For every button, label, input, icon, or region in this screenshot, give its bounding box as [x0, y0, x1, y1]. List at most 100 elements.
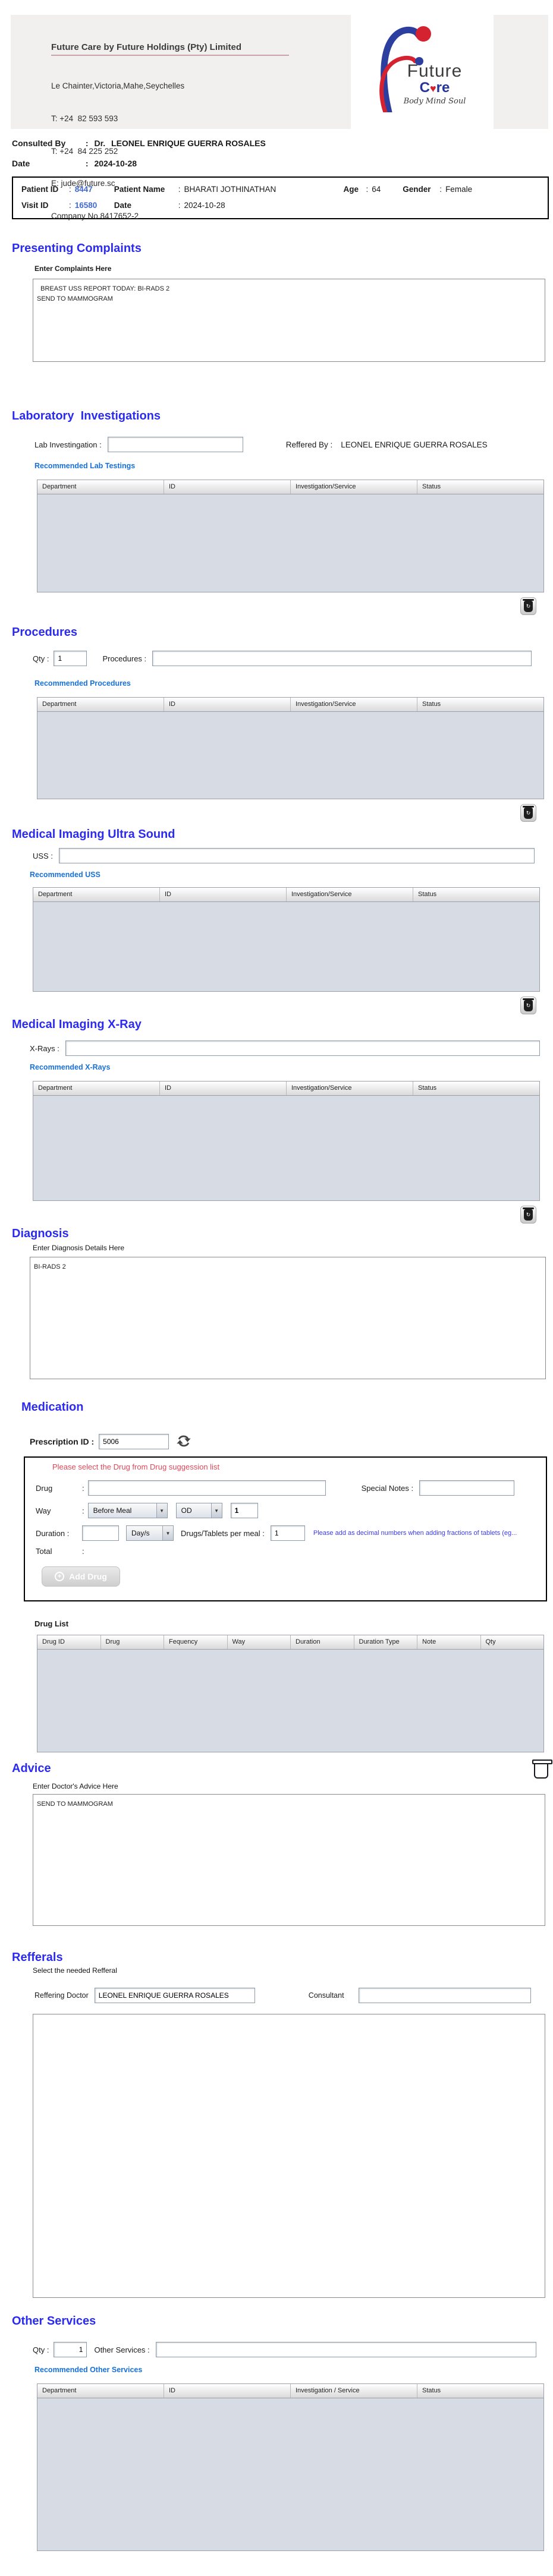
way-label: Way — [36, 1506, 51, 1515]
column-header: Status — [422, 701, 441, 708]
drug-label: Drug — [36, 1483, 53, 1493]
referred-by-value: LEONEL ENRIQUE GUERRA ROSALES — [341, 440, 488, 449]
column-header: Investigation/Service — [287, 888, 413, 901]
column-header: Status — [422, 2387, 441, 2394]
other-services-table: Department ID Investigation / Service Statu… — [37, 2383, 544, 2551]
section-title-other-services: Other Services — [12, 2315, 96, 2328]
way-qty-input[interactable] — [230, 1503, 258, 1518]
consultant-label: Consultant — [308, 1991, 344, 2000]
header-band: Future Care by Future Holdings (Pty) Lim… — [11, 15, 548, 220]
trash-icon: ↻ — [523, 998, 534, 1011]
xray-table: Department ID Investigation/Service Status — [33, 1081, 540, 1201]
lab-table-header: Department ID Investigation/Service Status — [37, 480, 543, 494]
logo-text: Future C♥re Body Mind Soul — [396, 61, 473, 106]
prescription-id-input[interactable] — [99, 1434, 169, 1449]
diagnosis-textarea[interactable]: BI-RADS 2 — [30, 1257, 546, 1379]
frequency-select[interactable]: OD ▼ — [175, 1503, 222, 1518]
xray-clear-trash-button[interactable]: ↻ — [520, 1206, 536, 1224]
refresh-prescription-button[interactable] — [175, 1433, 193, 1451]
duration-type-select[interactable]: Day/s ▼ — [126, 1525, 174, 1541]
section-title-laboratory: Laboratory Investigations — [12, 409, 161, 422]
address-line: Le Chainter,Victoria,Mahe,Seychelles — [51, 81, 185, 91]
email-line: E: jude@future.sc — [51, 179, 115, 188]
other-services-label: Other Services : — [94, 2345, 150, 2354]
column-header: Status — [422, 483, 441, 490]
uss-input[interactable] — [58, 848, 535, 863]
procedures-input[interactable] — [152, 651, 532, 666]
refferals-subtitle: Select the needed Refferal — [33, 1966, 117, 1975]
column-header: Duration — [291, 1635, 354, 1649]
procedures-label: Procedures : — [102, 654, 147, 663]
prescription-id-label: Prescription ID : — [30, 1437, 95, 1446]
refferals-panel — [33, 2014, 545, 2298]
drug-input[interactable] — [87, 1480, 326, 1496]
column-header: Department — [37, 480, 164, 494]
duration-input[interactable] — [82, 1525, 119, 1541]
frequency-select-value: OD — [181, 1506, 192, 1515]
per-meal-input[interactable] — [270, 1525, 305, 1541]
way-select[interactable]: Before Meal ▼ — [87, 1503, 168, 1518]
trash-icon: ↻ — [523, 598, 534, 612]
uss-table: Department ID Investigation/Service Status — [33, 887, 540, 992]
other-services-qty-input[interactable] — [54, 2342, 87, 2357]
uss-clear-trash-button[interactable]: ↻ — [520, 997, 536, 1014]
uss-table-body — [33, 902, 539, 991]
advice-textarea[interactable]: SEND TO MAMMOGRAM — [33, 1794, 545, 1926]
procedures-table: Department ID Investigation/Service Status — [37, 697, 544, 799]
column-header: Drug ID — [37, 1635, 101, 1649]
section-title-advice: Advice — [12, 1762, 51, 1775]
logo-care-label: C♥re — [419, 80, 450, 96]
recommended-xrays-label: Recommended X-Rays — [30, 1063, 111, 1071]
xray-input[interactable] — [65, 1041, 540, 1056]
reffering-doctor-input[interactable] — [94, 1988, 255, 2003]
column-header: Department — [33, 888, 160, 901]
uss-label: USS : — [33, 851, 53, 860]
phone-line-1: T: +24 82 593 593 — [51, 114, 118, 124]
complaints-textarea[interactable]: BREAST USS REPORT TODAY: BI-RADS 2 SEND … — [33, 279, 545, 362]
section-title-medication: Medication — [21, 1401, 84, 1414]
recommended-procedures-label: Recommended Procedures — [34, 679, 131, 688]
lab-testings-table: Department ID Investigation/Service Status — [37, 480, 544, 592]
lab-investigation-input[interactable] — [107, 437, 243, 452]
lab-clear-trash-button[interactable]: ↻ — [520, 597, 536, 615]
column-header: Status — [418, 1084, 437, 1092]
drug-list-delete-button[interactable] — [532, 1760, 553, 1779]
drug-entry-panel: Please select the Drug from Drug suggess… — [24, 1456, 547, 1601]
procedures-table-body — [37, 712, 543, 799]
procedures-qty-label: Qty : — [33, 654, 49, 663]
column-header: ID — [160, 888, 287, 901]
consultant-input[interactable] — [358, 1988, 531, 2003]
chevron-down-icon: ▼ — [162, 1526, 173, 1540]
column-header: Duration Type — [354, 1635, 417, 1649]
other-services-table-body — [37, 2398, 543, 2550]
section-title-procedures: Procedures — [12, 626, 78, 639]
age-label: Age — [343, 185, 359, 194]
add-icon: + — [55, 1572, 65, 1581]
drug-list-table: Drug ID Drug Fequency Way Duration Duration T… — [37, 1635, 544, 1752]
trash-icon — [532, 1760, 552, 1779]
logo-future-label: Future — [407, 61, 463, 81]
column-header: Investigation/Service — [291, 480, 417, 494]
add-drug-button[interactable]: + Add Drug — [42, 1566, 120, 1587]
special-notes-input[interactable] — [419, 1480, 515, 1496]
total-label: Total — [36, 1547, 52, 1556]
company-info: Future Care by Future Holdings (Pty) Lim… — [51, 42, 289, 244]
drug-suggestion-warning: Please select the Drug from Drug suggess… — [52, 1462, 220, 1471]
advice-label: Enter Doctor's Advice Here — [33, 1782, 118, 1790]
column-header: Qty — [485, 1638, 496, 1645]
column-header: Way — [228, 1635, 291, 1649]
referred-by-label: Reffered By : — [285, 440, 333, 449]
procedures-qty-input[interactable] — [54, 651, 87, 666]
reffering-doctor-label: Reffering Doctor — [34, 1991, 89, 2000]
company-no-line: Company No.8417652-2 — [51, 212, 139, 221]
xray-label: X-Rays : — [30, 1043, 59, 1053]
other-services-input[interactable] — [155, 2342, 536, 2357]
heart-icon: ♥ — [429, 83, 436, 94]
logo-tagline: Body Mind Soul — [403, 96, 466, 106]
column-header: ID — [164, 698, 291, 711]
company-address: Le Chainter,Victoria,Mahe,Seychelles T: … — [51, 59, 289, 244]
procedures-clear-trash-button[interactable]: ↻ — [520, 804, 536, 822]
age-value: 64 — [372, 185, 381, 194]
section-title-diagnosis: Diagnosis — [12, 1227, 69, 1240]
complaints-label: Enter Complaints Here — [34, 264, 112, 273]
